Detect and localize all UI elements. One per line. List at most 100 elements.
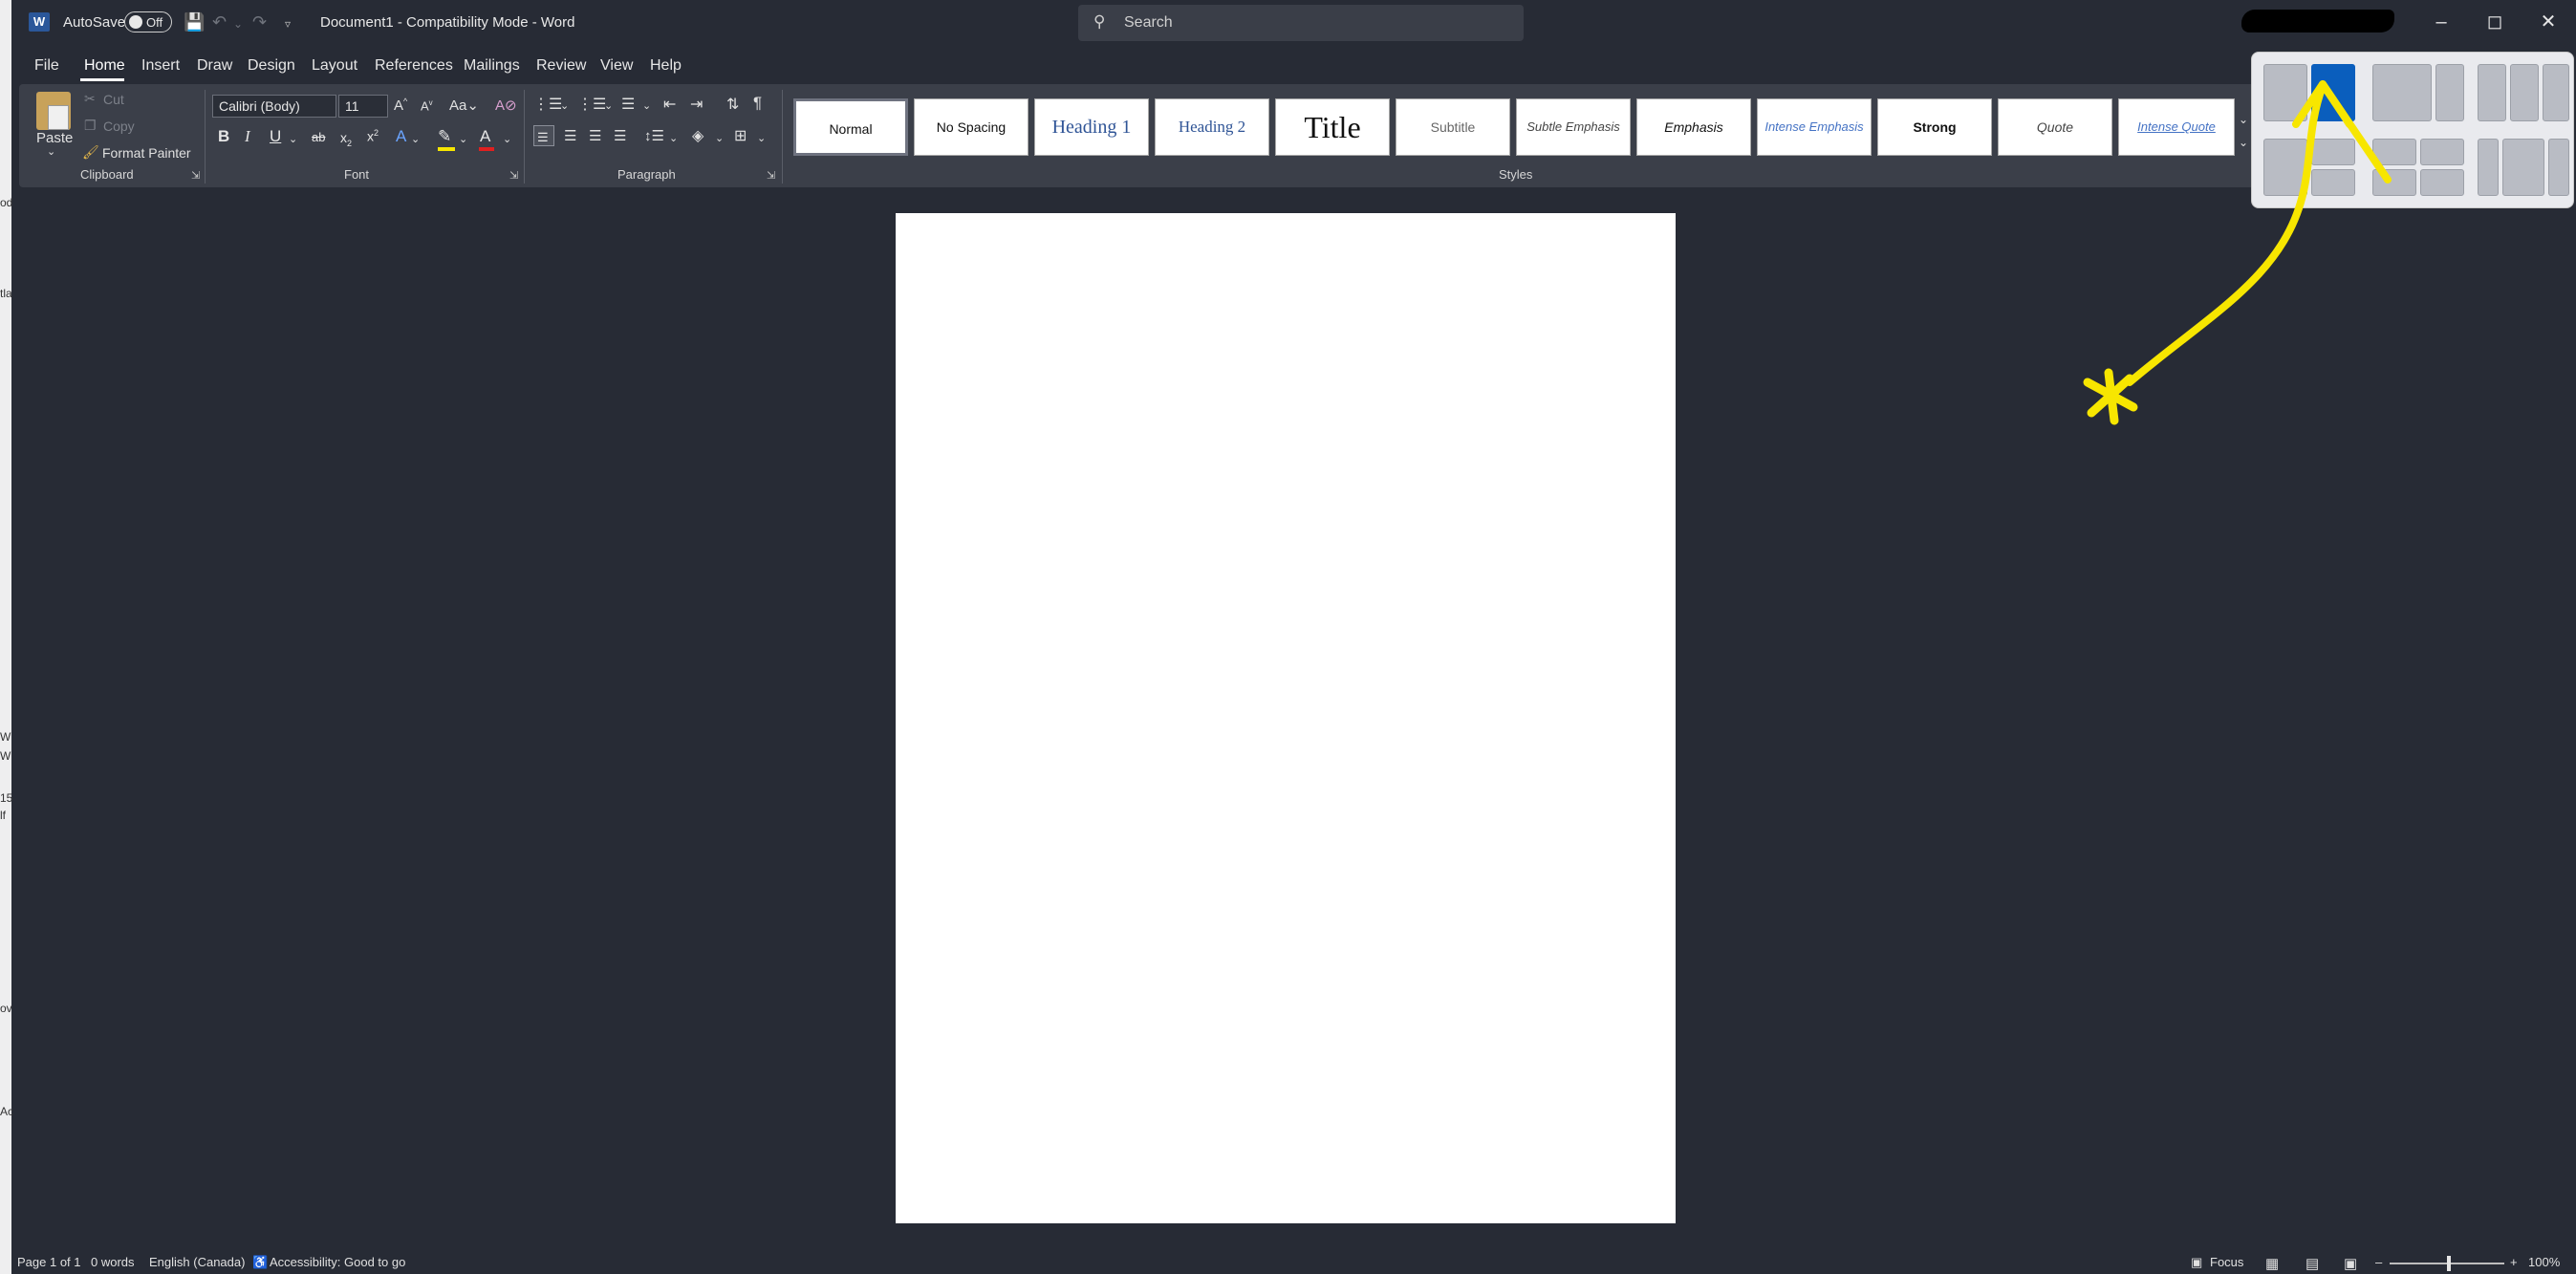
print-layout-icon[interactable]: ▤	[2305, 1255, 2319, 1272]
borders-icon[interactable]: ⊞	[734, 126, 747, 145]
justify-icon[interactable]: ☰	[614, 127, 626, 144]
line-spacing-dropdown-icon[interactable]: ⌄	[669, 132, 678, 144]
numbering-dropdown-icon[interactable]: ⌄	[604, 99, 613, 112]
strikethrough-icon[interactable]: ab	[312, 130, 325, 144]
cut-button[interactable]: Cut	[103, 92, 124, 107]
search-box[interactable]: ⚲ Search	[1078, 5, 1524, 41]
font-color-dropdown-icon[interactable]: ⌄	[503, 133, 511, 145]
bold-icon[interactable]: B	[218, 127, 229, 146]
language-indicator[interactable]: English (Canada)	[149, 1255, 245, 1269]
style-title[interactable]: Title	[1275, 98, 1390, 156]
shrink-font-icon[interactable]: Av	[421, 98, 433, 113]
style-strong[interactable]: Strong	[1877, 98, 1992, 156]
snap-zone[interactable]	[2478, 64, 2506, 121]
highlight-dropdown-icon[interactable]: ⌄	[459, 133, 467, 145]
sort-icon[interactable]: ⇅	[726, 95, 739, 114]
show-formatting-icon[interactable]: ¶	[753, 94, 762, 113]
underline-dropdown-icon[interactable]: ⌄	[289, 133, 297, 145]
redo-icon[interactable]: ↷	[252, 12, 267, 32]
font-launcher-icon[interactable]: ⇲	[509, 169, 518, 182]
zoom-in-icon[interactable]: +	[2510, 1255, 2518, 1269]
tab-home[interactable]: Home	[84, 57, 125, 75]
italic-icon[interactable]: I	[245, 127, 250, 146]
style-subtitle[interactable]: Subtitle	[1396, 98, 1510, 156]
save-icon[interactable]: 💾	[184, 12, 205, 32]
tab-review[interactable]: Review	[536, 57, 586, 75]
minimize-button[interactable]: –	[2414, 8, 2468, 38]
tab-draw[interactable]: Draw	[197, 57, 232, 75]
tab-insert[interactable]: Insert	[141, 57, 180, 75]
snap-zone[interactable]	[2420, 139, 2464, 165]
style-normal[interactable]: Normal	[793, 98, 908, 156]
paragraph-launcher-icon[interactable]: ⇲	[767, 169, 775, 182]
style-subtle-emphasis[interactable]: Subtle Emphasis	[1516, 98, 1631, 156]
style-no-spacing[interactable]: No Spacing	[914, 98, 1028, 156]
borders-dropdown-icon[interactable]: ⌄	[757, 132, 766, 144]
snap-zone[interactable]	[2510, 64, 2539, 121]
document-page[interactable]	[896, 213, 1676, 1223]
customize-toolbar-icon[interactable]: ▿	[285, 17, 291, 31]
font-name-select[interactable]: Calibri (Body)	[212, 95, 336, 118]
style-emphasis[interactable]: Emphasis	[1636, 98, 1751, 156]
style-intense-emphasis[interactable]: Intense Emphasis	[1757, 98, 1872, 156]
align-center-icon[interactable]: ☰	[564, 127, 576, 144]
snap-zone[interactable]	[2435, 64, 2464, 121]
undo-dropdown-icon[interactable]: ⌄	[233, 17, 243, 31]
tab-help[interactable]: Help	[650, 57, 682, 75]
snap-zone[interactable]	[2548, 139, 2569, 196]
font-size-select[interactable]: 11	[338, 95, 388, 118]
underline-icon[interactable]: U	[270, 127, 281, 146]
subscript-icon[interactable]: x2	[340, 130, 352, 148]
paste-icon[interactable]	[36, 92, 71, 130]
superscript-icon[interactable]: x2	[367, 128, 379, 144]
snap-zone[interactable]	[2420, 169, 2464, 196]
align-right-icon[interactable]: ☰	[589, 127, 601, 144]
bullets-icon[interactable]: ⋮☰	[533, 95, 562, 114]
increase-indent-icon[interactable]: ⇥	[690, 95, 703, 114]
format-painter-button[interactable]: Format Painter	[102, 145, 191, 161]
multilevel-dropdown-icon[interactable]: ⌄	[642, 99, 651, 112]
text-effects-dropdown-icon[interactable]: ⌄	[411, 133, 420, 145]
tab-view[interactable]: View	[600, 57, 633, 75]
zoom-out-icon[interactable]: –	[2375, 1255, 2382, 1269]
tab-file[interactable]: File	[34, 57, 59, 75]
accessibility-status[interactable]: Accessibility: Good to go	[270, 1255, 405, 1269]
decrease-indent-icon[interactable]: ⇤	[663, 95, 676, 114]
zoom-level[interactable]: 100%	[2528, 1255, 2560, 1269]
text-effects-icon[interactable]: A	[396, 127, 406, 146]
style-heading-2[interactable]: Heading 2	[1155, 98, 1269, 156]
undo-icon[interactable]: ↶	[212, 12, 227, 32]
maximize-button[interactable]: ◻	[2468, 8, 2522, 38]
snap-zone[interactable]	[2478, 139, 2499, 196]
tab-layout[interactable]: Layout	[312, 57, 357, 75]
page-count[interactable]: Page 1 of 1	[17, 1255, 81, 1269]
clipboard-launcher-icon[interactable]: ⇲	[191, 169, 200, 182]
shading-dropdown-icon[interactable]: ⌄	[715, 132, 724, 144]
focus-button[interactable]: Focus	[2210, 1255, 2243, 1269]
tab-mailings[interactable]: Mailings	[464, 57, 520, 75]
align-left-icon[interactable]: ☰	[533, 125, 554, 146]
paste-button[interactable]: Paste	[36, 130, 73, 146]
change-case-icon[interactable]: Aa⌄	[449, 97, 479, 114]
close-button[interactable]: ✕	[2522, 8, 2575, 38]
numbering-icon[interactable]: ⋮☰	[577, 95, 606, 114]
font-color-icon[interactable]: A	[480, 127, 490, 146]
copy-button[interactable]: Copy	[103, 119, 135, 134]
tab-design[interactable]: Design	[248, 57, 295, 75]
word-count[interactable]: 0 words	[91, 1255, 135, 1269]
shading-icon[interactable]: ◈	[692, 126, 704, 145]
bullets-dropdown-icon[interactable]: ⌄	[560, 99, 569, 112]
paste-dropdown-icon[interactable]: ⌄	[47, 145, 55, 158]
multilevel-list-icon[interactable]: ☰	[621, 95, 635, 114]
style-heading-1[interactable]: Heading 1	[1034, 98, 1149, 156]
line-spacing-icon[interactable]: ↕☰	[644, 127, 664, 144]
grow-font-icon[interactable]: A^	[394, 97, 407, 114]
autosave-toggle[interactable]: Off	[124, 11, 172, 32]
tab-references[interactable]: References	[375, 57, 453, 75]
zoom-slider-thumb[interactable]	[2447, 1256, 2451, 1271]
snap-zone[interactable]	[2502, 139, 2544, 196]
snap-zone[interactable]	[2543, 64, 2569, 121]
web-layout-icon[interactable]: ▣	[2344, 1255, 2357, 1272]
highlight-icon[interactable]: ✎	[438, 127, 451, 146]
clear-formatting-icon[interactable]: A⊘	[495, 97, 517, 114]
